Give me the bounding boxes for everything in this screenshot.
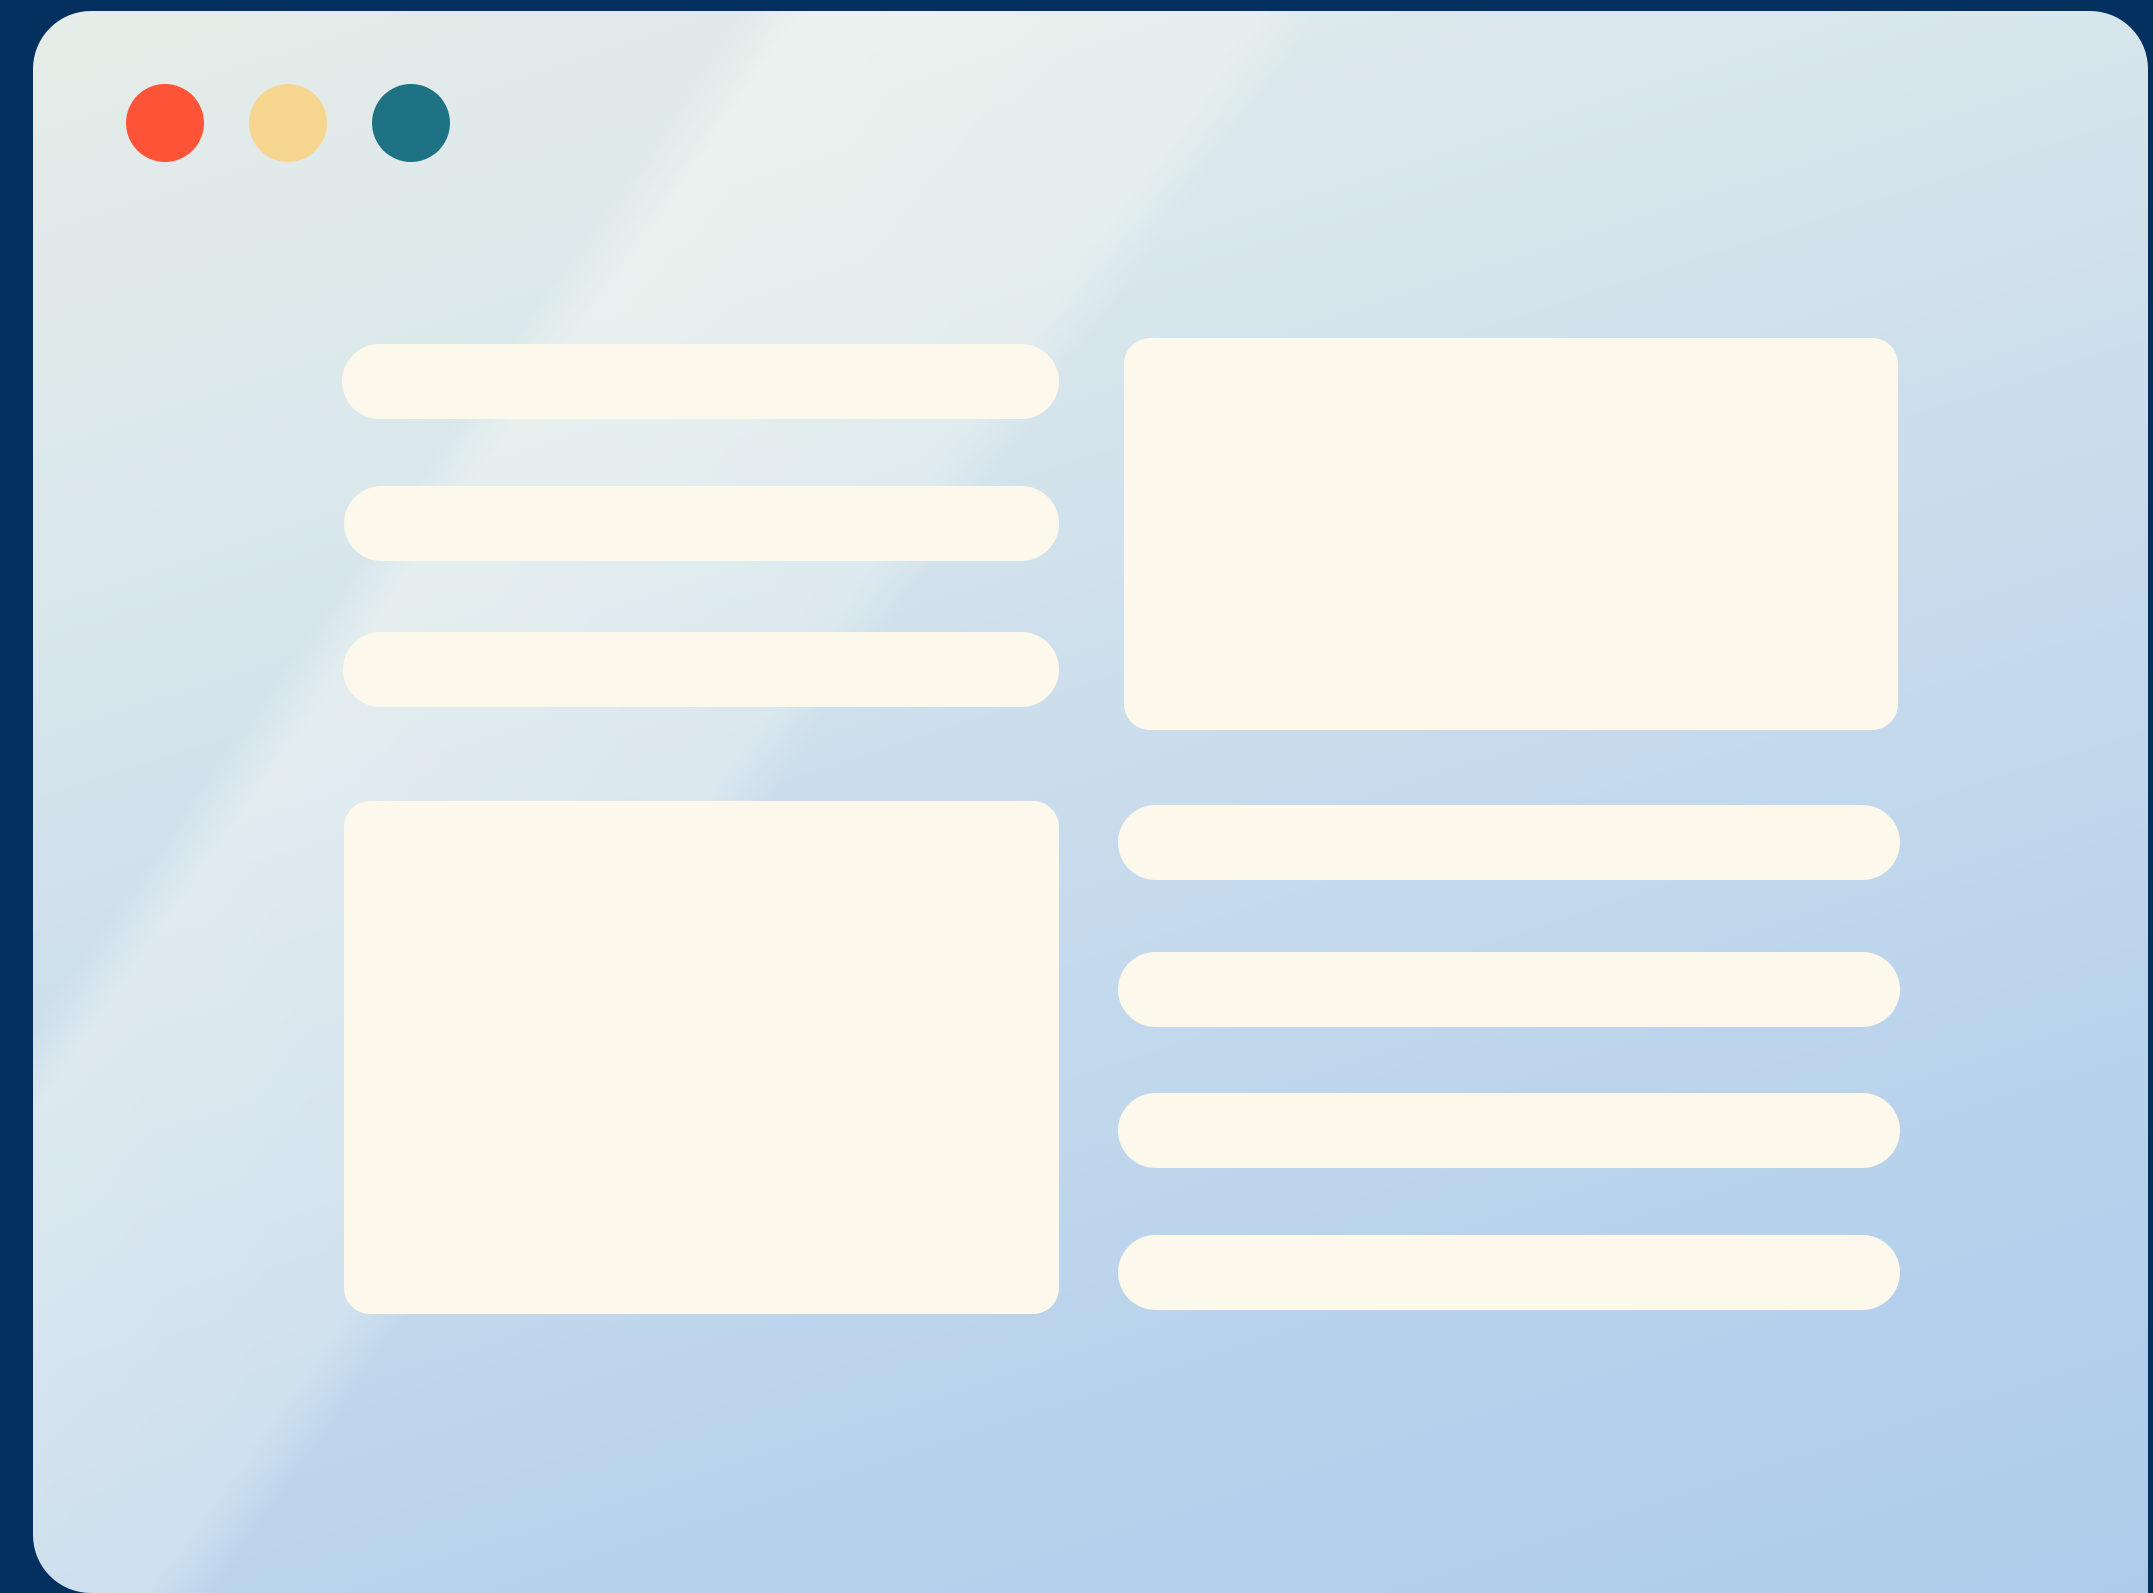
minimize-button[interactable] bbox=[249, 84, 327, 162]
window-controls bbox=[126, 84, 450, 162]
image-placeholder bbox=[1124, 338, 1898, 730]
text-line-placeholder bbox=[344, 486, 1059, 561]
text-line-placeholder bbox=[1118, 1235, 1900, 1310]
text-line-placeholder bbox=[1118, 1093, 1900, 1168]
text-line-placeholder bbox=[342, 344, 1059, 419]
app-window bbox=[33, 11, 2148, 1593]
text-line-placeholder bbox=[1118, 805, 1900, 880]
text-line-placeholder bbox=[343, 632, 1059, 707]
image-placeholder bbox=[344, 801, 1059, 1314]
text-line-placeholder bbox=[1118, 952, 1900, 1027]
maximize-button[interactable] bbox=[372, 84, 450, 162]
close-button[interactable] bbox=[126, 84, 204, 162]
